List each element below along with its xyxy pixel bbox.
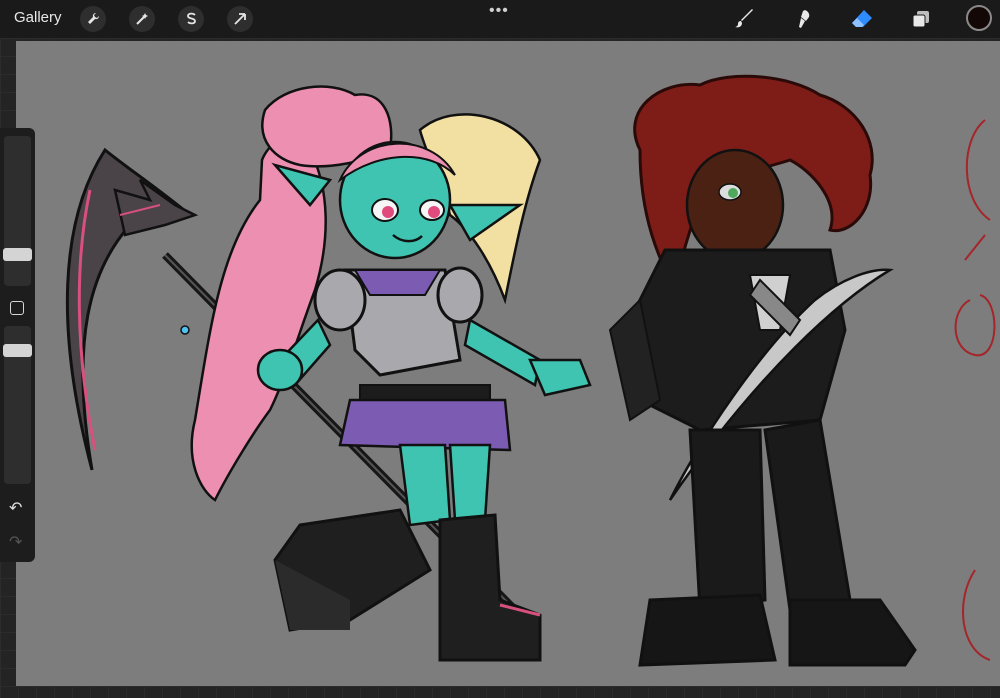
dark-shoe-left (638, 593, 777, 667)
selection-s-icon[interactable] (178, 6, 204, 32)
gallery-button[interactable]: Gallery (14, 9, 62, 26)
brush-size-slider[interactable] (4, 136, 31, 286)
artwork (65, 74, 996, 667)
drawing-canvas[interactable] (16, 41, 1000, 686)
magic-wand-icon[interactable] (129, 6, 155, 32)
color-picker-button[interactable] (966, 5, 992, 31)
top-toolbar: Gallery ••• (0, 0, 1000, 38)
transform-arrow-icon[interactable] (227, 6, 253, 32)
goblin-skirt (338, 398, 512, 452)
dark-shoe-right (788, 598, 917, 667)
opacity-thumb[interactable] (3, 344, 32, 357)
brush-size-thumb[interactable] (3, 248, 32, 261)
undo-icon[interactable]: ↶ (9, 498, 22, 518)
smudge-icon[interactable] (790, 6, 816, 32)
modify-button[interactable] (10, 301, 24, 315)
brush-icon[interactable] (731, 6, 757, 32)
red-sketch (954, 119, 996, 661)
more-options-icon[interactable]: ••• (489, 2, 509, 20)
dark-face (685, 148, 785, 262)
redo-icon[interactable]: ↷ (9, 532, 22, 552)
goblin-boot-right (438, 513, 542, 662)
wrench-icon[interactable] (80, 6, 106, 32)
layers-icon[interactable] (908, 6, 934, 32)
dark-pants (688, 428, 767, 612)
eraser-icon[interactable] (849, 6, 875, 32)
left-sidebar: ↶ ↷ (0, 128, 35, 562)
